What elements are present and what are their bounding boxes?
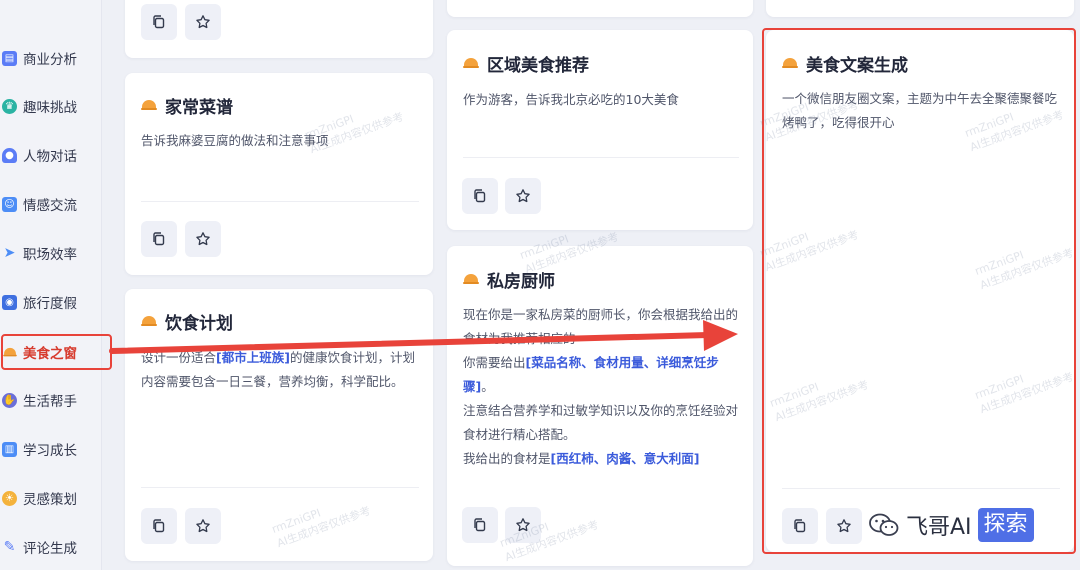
wechat-icon	[869, 513, 899, 536]
brand-logo: 飞哥AI 探索	[868, 508, 1034, 542]
annotation-arrow	[109, 320, 738, 354]
brand-text: 飞哥AI	[906, 515, 972, 540]
brand-box-text: 探索	[977, 508, 1034, 542]
